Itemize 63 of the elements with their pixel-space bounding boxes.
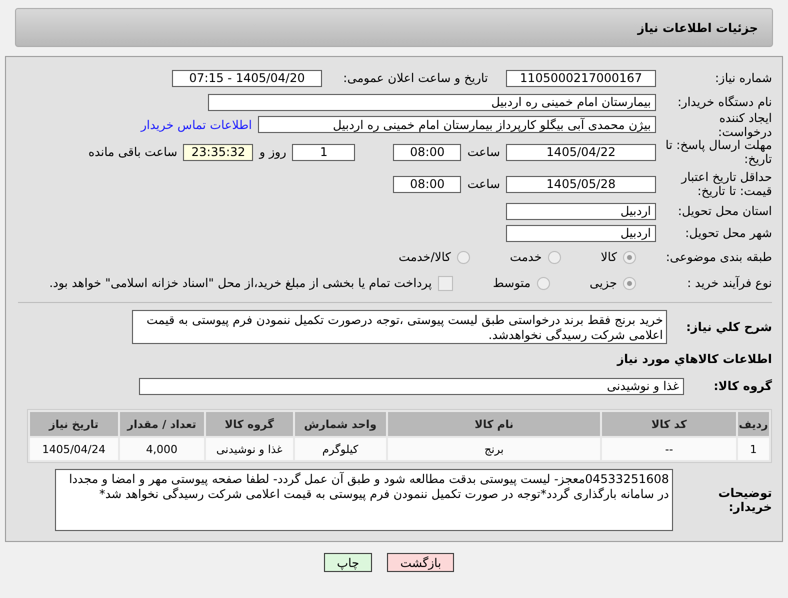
field-label: نام دستگاه خریدار: [676, 95, 772, 109]
column-header: واحد شمارش [294, 412, 386, 436]
radio-label: خدمت [510, 250, 542, 264]
column-header: تعداد / مقدار [120, 412, 204, 436]
validity-date-field: 1405/05/28 [506, 176, 656, 192]
back-button[interactable]: بازگشت [387, 553, 454, 572]
field-label: نوع فرآیند خرید : [686, 276, 772, 290]
column-header: گروه کالا [206, 412, 293, 436]
table-cell: -- [602, 438, 736, 460]
table-cell: 4,000 [120, 438, 204, 460]
description-field: خرید برنج فقط برند درخواستی طبق لیست پیوستی ،توجه درصورت تکمیل ننمودن فرم پیوستی به قیمت اعلامی شرکت رسیدگی نخواهدشد. [132, 310, 667, 344]
buyer-contact-link[interactable]: اطلاعات تماس خریدار [140, 118, 252, 132]
radio-label: متوسط [492, 276, 531, 290]
field-label: شماره نیاز: [714, 71, 772, 85]
column-header: نام کالا [388, 412, 600, 436]
buyer-notes-field: 04533251608معجز- لیست پیوستی بدقت مطالعه شود و طبق آن عمل گردد- لطفا صفحه پیوستی مهر و امضا و مجددا در سامانه بارگذاری گردد*توجه در صورت تکمیل ننمودن فرم پیوستی به قیمت اعلامی شرکت رسیدگی نخواهد شد* [55, 469, 673, 531]
field-label: استان محل تحویل: [676, 204, 772, 218]
field-label: طبقه بندی موضوعی: [664, 250, 772, 264]
radio-button[interactable] [456, 250, 470, 264]
field-label: حداقل تاریخ اعتبار قیمت: تا تاریخ: [680, 170, 772, 198]
checkbox[interactable] [438, 276, 453, 290]
section-heading: اطلاعات کالاهاي مورد نياز [617, 352, 772, 366]
table-cell: 1 [738, 438, 769, 460]
table-cell: برنج [388, 438, 600, 460]
field-label: روز و [259, 145, 286, 159]
days-field: 1 [292, 144, 356, 160]
radio-label: کالا [600, 250, 617, 264]
column-header: تاریخ نیاز [30, 412, 118, 436]
creator-field: بیژن محمدی آبی بیگلو کارپرداز بیمارستان امام خمینی ره اردبیل [258, 116, 656, 133]
buyer-org-field: بیمارستان امام خمینی ره اردبیل [208, 94, 656, 110]
radio-button[interactable] [548, 250, 561, 264]
validity-time-field: 08:00 [393, 176, 462, 192]
radio-button[interactable] [623, 250, 636, 264]
column-header: ردیف [738, 412, 769, 436]
table-cell: غذا و نوشیدنی [206, 438, 293, 460]
goods-group-field: غذا و نوشیدنی [139, 378, 684, 394]
radio-button[interactable] [536, 276, 550, 290]
field-label: ایجاد کننده درخواست: [717, 110, 772, 138]
field-label: شهر محل تحویل: [684, 226, 772, 240]
field-label: ساعت [467, 177, 500, 191]
table-cell: کیلوگرم [294, 438, 386, 460]
deadline-time-field: 08:00 [393, 144, 462, 160]
payment-note: پرداخت تمام یا بخشی از مبلغ خرید،از محل "اسناد خزانه اسلامی" خواهد بود. [49, 276, 432, 290]
need-number-field: 1105000217000167 [506, 70, 656, 86]
province-field: اردبیل [506, 202, 656, 220]
field-label: مهلت ارسال پاسخ: تا تاریخ: [664, 138, 772, 166]
announce-date-field: 1405/04/20 - 07:15 [172, 70, 322, 86]
field-label: شرح کلي نياز: [685, 320, 772, 334]
radio-label: جزیی [590, 276, 617, 290]
remaining-time-field: 23:35:32 [183, 144, 254, 160]
city-field: اردبیل [506, 224, 656, 242]
radio-label: کالا/خدمت [398, 250, 451, 264]
field-label: گروه کالا: [712, 379, 772, 393]
field-label: توضیحات خریدار: [717, 486, 772, 514]
field-label: ساعت باقی مانده [88, 145, 178, 159]
field-label: تاریخ و ساعت اعلان عمومی: [342, 71, 488, 85]
deadline-date-field: 1405/04/22 [506, 144, 656, 160]
table-cell: 1405/04/24 [30, 438, 118, 460]
page-title: جزئیات اطلاعات نیاز [637, 20, 758, 34]
print-button[interactable]: چاپ [324, 553, 372, 572]
field-label: ساعت [467, 145, 500, 159]
column-header: کد کالا [602, 412, 736, 436]
radio-button[interactable] [623, 276, 636, 290]
